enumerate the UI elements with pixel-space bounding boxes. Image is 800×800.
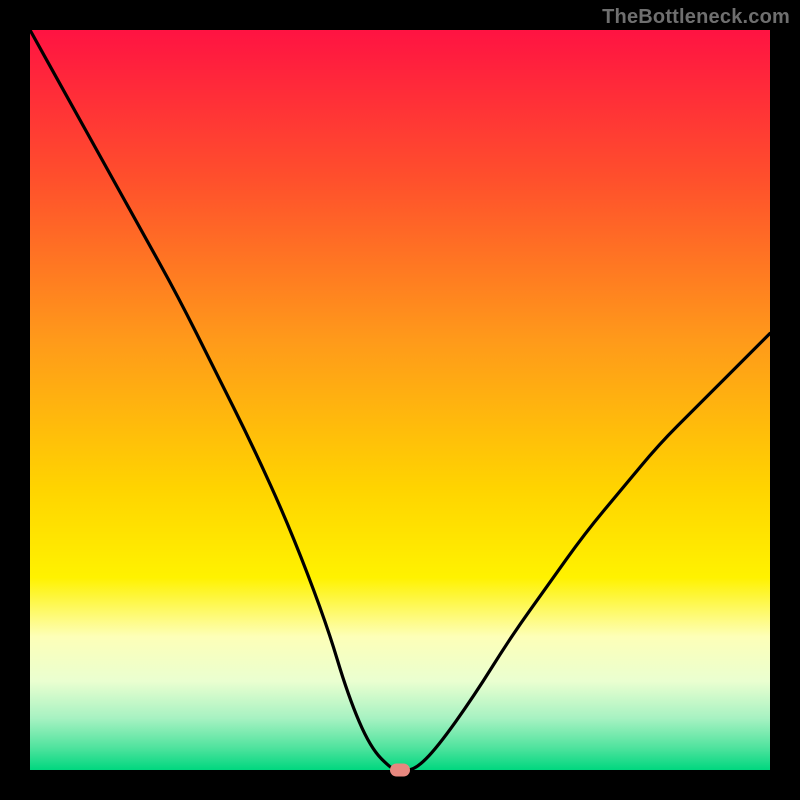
gradient-background [30, 30, 770, 770]
optimal-marker [390, 764, 410, 777]
chart-svg [30, 30, 770, 770]
plot-area [30, 30, 770, 770]
chart-frame: TheBottleneck.com [0, 0, 800, 800]
watermark-text: TheBottleneck.com [602, 6, 790, 29]
